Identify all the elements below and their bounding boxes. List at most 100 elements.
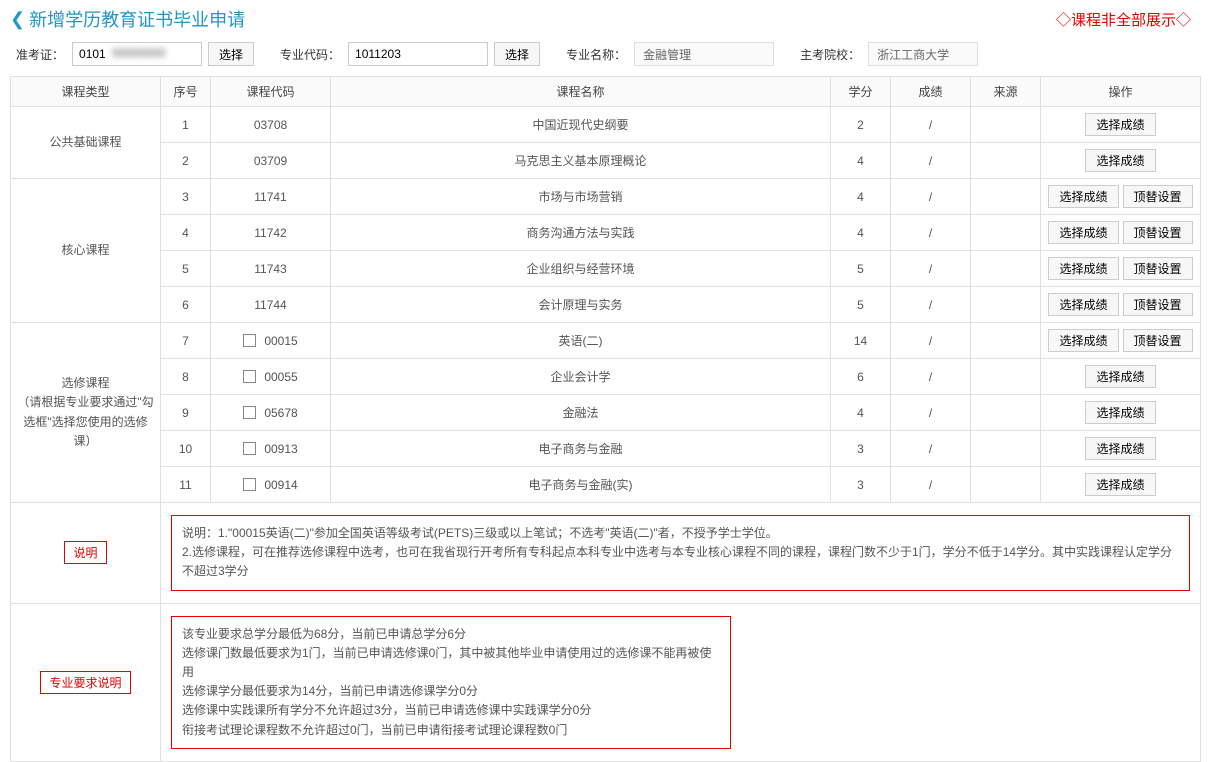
replace-setting-button[interactable]: 顶替设置: [1123, 329, 1193, 352]
col-seq: 序号: [161, 77, 211, 107]
credit-cell: 5: [831, 251, 891, 287]
op-cell: 选择成绩: [1041, 467, 1201, 503]
score-cell: /: [891, 179, 971, 215]
credit-cell: 3: [831, 467, 891, 503]
course-name-cell: 市场与市场营销: [331, 179, 831, 215]
select-score-button[interactable]: 选择成绩: [1085, 473, 1155, 496]
source-cell: [971, 251, 1041, 287]
major-code-select-button[interactable]: 选择: [494, 42, 540, 66]
col-credit: 学分: [831, 77, 891, 107]
select-score-button[interactable]: 选择成绩: [1048, 257, 1118, 280]
col-name: 课程名称: [331, 77, 831, 107]
select-score-button[interactable]: 选择成绩: [1085, 365, 1155, 388]
code-cell: 11742: [211, 215, 331, 251]
replace-setting-button[interactable]: 顶替设置: [1123, 221, 1193, 244]
score-cell: /: [891, 467, 971, 503]
credit-cell: 4: [831, 143, 891, 179]
col-source: 来源: [971, 77, 1041, 107]
select-score-button[interactable]: 选择成绩: [1085, 149, 1155, 172]
course-table: 课程类型 序号 课程代码 课程名称 学分 成绩 来源 操作 公共基础课程1037…: [10, 76, 1201, 762]
table-row: 1100914电子商务与金融(实)3/ 选择成绩: [11, 467, 1201, 503]
op-cell: 选择成绩: [1041, 395, 1201, 431]
credit-cell: 2: [831, 107, 891, 143]
course-checkbox[interactable]: [243, 334, 256, 347]
table-row: 203709马克思主义基本原理概论4/选择成绩: [11, 143, 1201, 179]
filter-bar: 准考证： 00000000 选择 专业代码： 选择 专业名称： 金融管理 主考院…: [0, 36, 1211, 76]
score-cell: /: [891, 215, 971, 251]
back-icon[interactable]: ❮: [10, 9, 25, 30]
select-score-button[interactable]: 选择成绩: [1048, 293, 1118, 316]
code-cell: 00914: [211, 467, 331, 503]
score-cell: /: [891, 287, 971, 323]
exam-id-masked: 00000000: [112, 46, 165, 60]
score-cell: /: [891, 323, 971, 359]
course-name-cell: 马克思主义基本原理概论: [331, 143, 831, 179]
course-name-cell: 金融法: [331, 395, 831, 431]
major-code-label: 专业代码：: [280, 46, 340, 63]
replace-setting-button[interactable]: 顶替设置: [1123, 185, 1193, 208]
seq-cell: 2: [161, 143, 211, 179]
col-op: 操作: [1041, 77, 1201, 107]
select-score-button[interactable]: 选择成绩: [1085, 437, 1155, 460]
course-checkbox[interactable]: [243, 406, 256, 419]
description-row: 说明 说明：1."00015英语(二)"参加全国英语等级考试(PETS)三级或以…: [11, 503, 1201, 604]
op-cell: 选择成绩顶替设置: [1041, 215, 1201, 251]
course-name-cell: 电子商务与金融(实): [331, 467, 831, 503]
course-name-cell: 会计原理与实务: [331, 287, 831, 323]
exam-id-select-button[interactable]: 选择: [208, 42, 254, 66]
course-code: 00015: [264, 334, 297, 348]
table-row: 800055企业会计学6/选择成绩: [11, 359, 1201, 395]
op-cell: 选择成绩顶替设置: [1041, 179, 1201, 215]
col-code: 课程代码: [211, 77, 331, 107]
major-code-input[interactable]: [348, 42, 488, 66]
course-name-cell: 企业组织与经营环境: [331, 251, 831, 287]
table-header-row: 课程类型 序号 课程代码 课程名称 学分 成绩 来源 操作: [11, 77, 1201, 107]
course-code: 00055: [264, 370, 297, 384]
select-score-button[interactable]: 选择成绩: [1048, 329, 1118, 352]
op-cell: 选择成绩顶替设置: [1041, 251, 1201, 287]
seq-cell: 7: [161, 323, 211, 359]
replace-setting-button[interactable]: 顶替设置: [1123, 257, 1193, 280]
course-checkbox[interactable]: [243, 478, 256, 491]
select-score-button[interactable]: 选择成绩: [1085, 401, 1155, 424]
op-cell: 选择成绩: [1041, 107, 1201, 143]
select-score-button[interactable]: 选择成绩: [1085, 113, 1155, 136]
select-score-button[interactable]: 选择成绩: [1048, 185, 1118, 208]
select-score-button[interactable]: 选择成绩: [1048, 221, 1118, 244]
source-cell: [971, 467, 1041, 503]
seq-cell: 6: [161, 287, 211, 323]
seq-cell: 8: [161, 359, 211, 395]
warning-text: ◇课程非全部展示◇: [1056, 9, 1191, 30]
course-checkbox[interactable]: [243, 442, 256, 455]
op-cell: 选择成绩: [1041, 143, 1201, 179]
score-cell: /: [891, 395, 971, 431]
op-cell: 选择成绩: [1041, 431, 1201, 467]
score-cell: /: [891, 107, 971, 143]
table-row: 611744会计原理与实务5/选择成绩顶替设置: [11, 287, 1201, 323]
exam-id-label: 准考证：: [16, 46, 64, 63]
school-label: 主考院校：: [800, 46, 860, 63]
school-value: 浙江工商大学: [868, 42, 978, 66]
op-cell: 选择成绩顶替设置: [1041, 287, 1201, 323]
seq-cell: 1: [161, 107, 211, 143]
page-header: ❮ 新增学历教育证书毕业申请 ◇课程非全部展示◇: [0, 0, 1211, 36]
source-cell: [971, 323, 1041, 359]
course-checkbox[interactable]: [243, 370, 256, 383]
source-cell: [971, 215, 1041, 251]
course-name-cell: 英语(二): [331, 323, 831, 359]
source-cell: [971, 431, 1041, 467]
description-label: 说明: [64, 541, 106, 564]
course-name-cell: 电子商务与金融: [331, 431, 831, 467]
course-code: 05678: [264, 406, 297, 420]
col-score: 成绩: [891, 77, 971, 107]
score-cell: /: [891, 431, 971, 467]
table-row: 核心课程311741市场与市场营销4/选择成绩顶替设置: [11, 179, 1201, 215]
seq-cell: 3: [161, 179, 211, 215]
op-cell: 选择成绩: [1041, 359, 1201, 395]
seq-cell: 4: [161, 215, 211, 251]
table-row: 411742商务沟通方法与实践4/选择成绩顶替设置: [11, 215, 1201, 251]
table-row: 905678金融法4/选择成绩: [11, 395, 1201, 431]
score-cell: /: [891, 251, 971, 287]
replace-setting-button[interactable]: 顶替设置: [1123, 293, 1193, 316]
seq-cell: 11: [161, 467, 211, 503]
